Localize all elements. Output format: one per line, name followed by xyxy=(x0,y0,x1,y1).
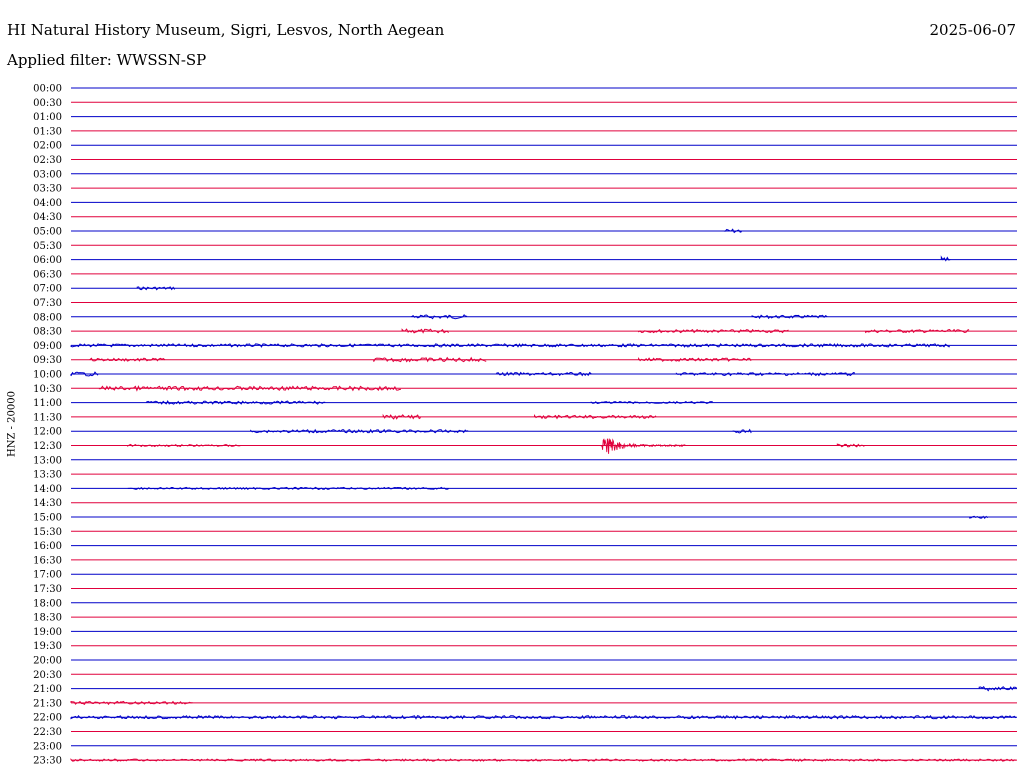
time-tick-label: 08:00 xyxy=(33,312,62,323)
time-tick-label: 02:00 xyxy=(33,141,62,152)
time-tick-label: 04:30 xyxy=(33,212,62,223)
time-tick-label: 02:30 xyxy=(33,155,62,166)
time-tick-label: 17:30 xyxy=(33,584,62,595)
time-tick-label: 21:30 xyxy=(33,698,62,709)
time-tick-label: 16:00 xyxy=(33,541,62,552)
time-tick-label: 09:00 xyxy=(33,341,62,352)
time-tick-label: 18:00 xyxy=(33,598,62,609)
seismic-signal xyxy=(940,255,951,262)
time-tick-label: 22:30 xyxy=(33,727,62,738)
time-tick-label: 19:30 xyxy=(33,641,62,652)
time-tick-label: 13:30 xyxy=(33,470,62,481)
time-tick-label: 05:00 xyxy=(33,227,62,238)
time-tick-label: 15:30 xyxy=(33,527,62,538)
time-tick-labels: 00:00 00:30 01:00 01:30 02:00 02:30 03:00 03:30… xyxy=(33,84,62,767)
time-tick-label: 10:00 xyxy=(33,370,62,381)
time-tick-label: 23:00 xyxy=(33,741,62,752)
station-title: HI Natural History Museum, Sigri, Lesvos… xyxy=(7,21,445,39)
time-tick-label: 08:30 xyxy=(33,327,62,338)
time-tick-label: 09:30 xyxy=(33,355,62,366)
seismic-signals xyxy=(70,228,1017,762)
time-tick-label: 19:00 xyxy=(33,627,62,638)
time-tick-label: 11:00 xyxy=(33,398,62,409)
time-tick-label: 06:00 xyxy=(33,255,62,266)
time-tick-label: 07:00 xyxy=(33,284,62,295)
time-tick-label: 07:30 xyxy=(33,298,62,309)
time-tick-label: 15:00 xyxy=(33,513,62,524)
time-tick-label: 06:30 xyxy=(33,269,62,280)
date-label: 2025-06-07 xyxy=(929,21,1016,39)
filter-label: Applied filter: WWSSN-SP xyxy=(7,51,207,69)
time-tick-label: 00:30 xyxy=(33,98,62,109)
time-tick-label: 01:30 xyxy=(33,126,62,137)
time-tick-label: 00:00 xyxy=(33,84,62,95)
time-tick-label: 11:30 xyxy=(33,412,62,423)
seismic-signal xyxy=(600,438,686,454)
trace-lines xyxy=(71,87,1017,761)
time-tick-label: 18:30 xyxy=(33,613,62,624)
time-tick-label: 16:30 xyxy=(33,555,62,566)
time-tick-label: 17:00 xyxy=(33,570,62,581)
time-tick-label: 05:30 xyxy=(33,241,62,252)
time-tick-label: 22:00 xyxy=(33,713,62,724)
time-tick-label: 23:30 xyxy=(33,756,62,767)
time-tick-label: 04:00 xyxy=(33,198,62,209)
time-tick-label: 21:00 xyxy=(33,684,62,695)
time-tick-label: 12:30 xyxy=(33,441,62,452)
channel-label: HNZ - 20000 xyxy=(6,391,18,457)
time-tick-label: 13:00 xyxy=(33,455,62,466)
seismic-signal xyxy=(70,758,1017,762)
time-tick-label: 10:30 xyxy=(33,384,62,395)
time-tick-label: 20:30 xyxy=(33,670,62,681)
seismogram-plot: 00:00 00:30 01:00 01:30 02:00 02:30 03:00 03:30… xyxy=(33,84,1017,767)
time-tick-label: 14:30 xyxy=(33,498,62,509)
time-tick-label: 03:00 xyxy=(33,169,62,180)
time-tick-label: 01:00 xyxy=(33,112,62,123)
time-tick-label: 12:00 xyxy=(33,427,62,438)
time-tick-label: 14:00 xyxy=(33,484,62,495)
time-tick-label: 20:00 xyxy=(33,656,62,667)
time-tick-label: 03:30 xyxy=(33,184,62,195)
